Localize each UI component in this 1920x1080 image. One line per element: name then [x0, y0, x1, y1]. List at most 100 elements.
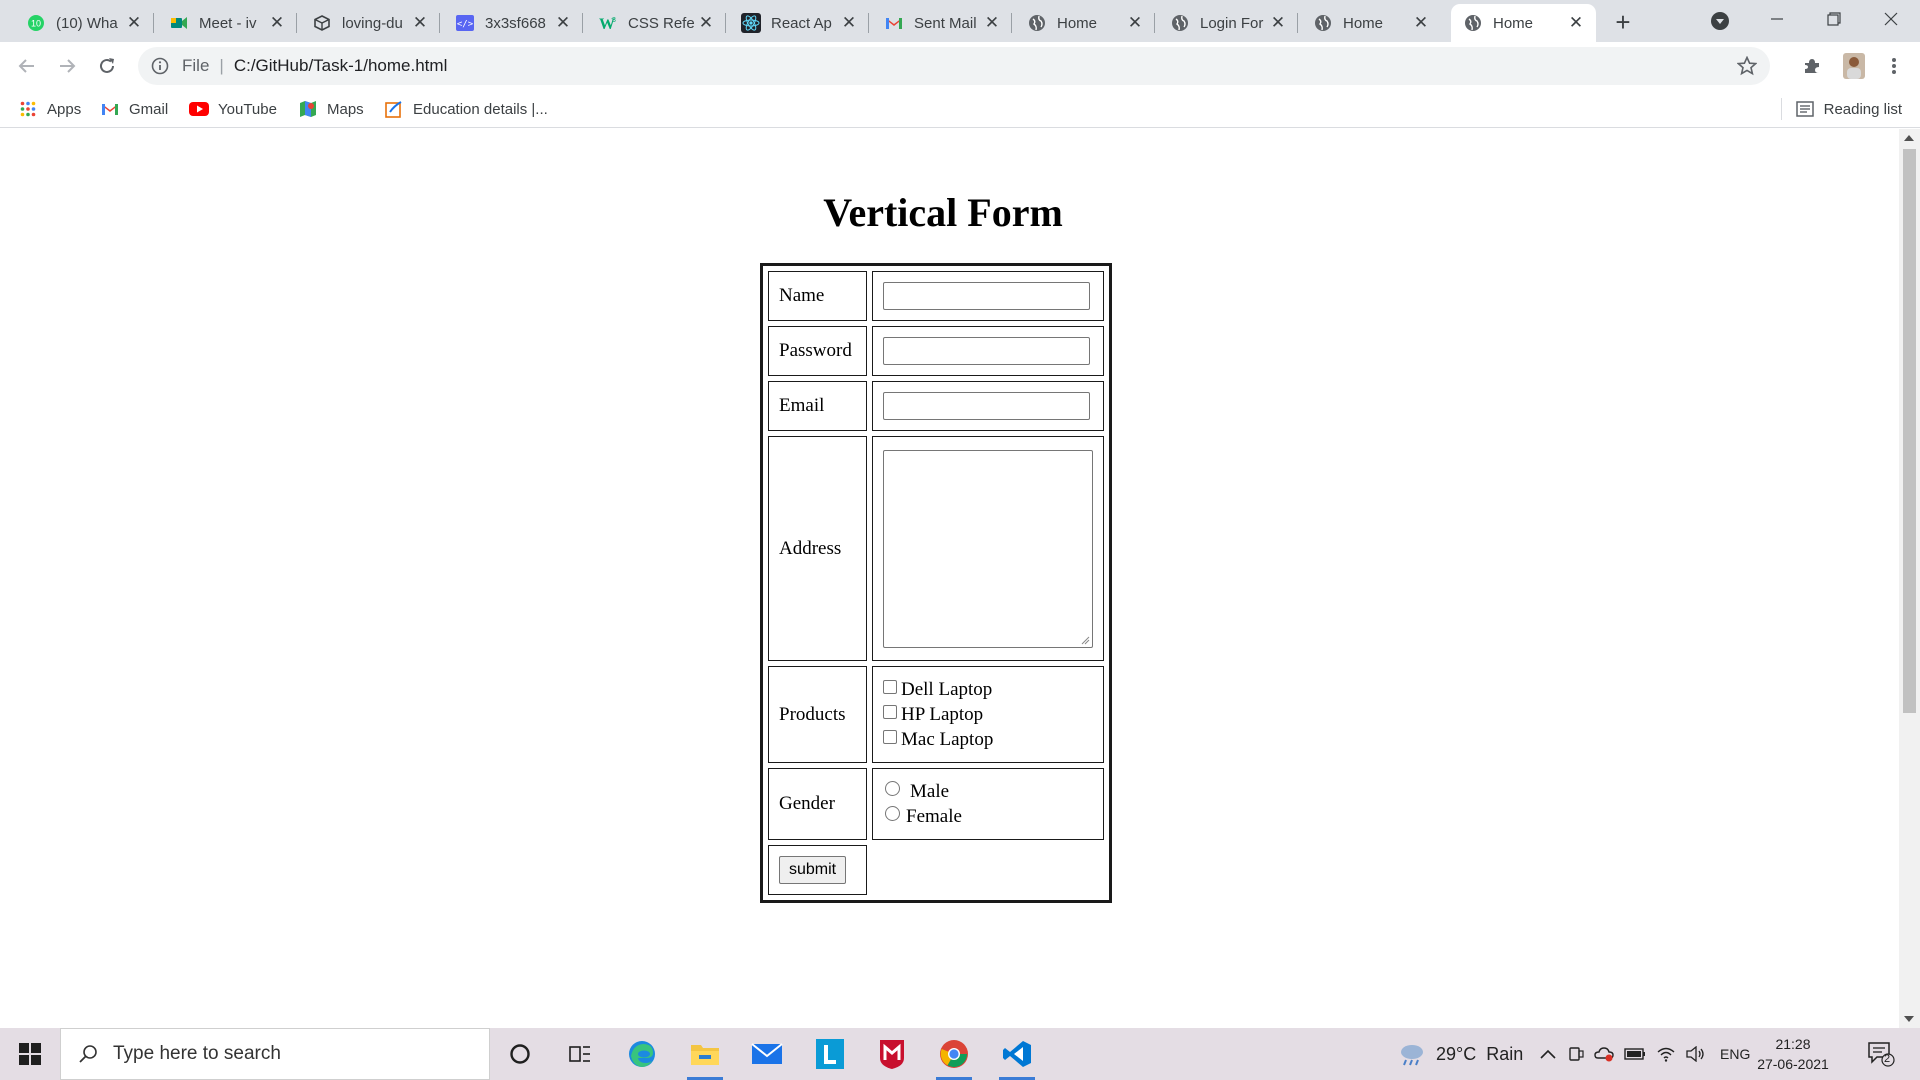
bookmark-maps[interactable]: Maps — [298, 98, 364, 120]
edge-browser-icon[interactable] — [618, 1034, 666, 1074]
back-arrow-icon[interactable] — [13, 52, 41, 80]
forward-arrow-icon[interactable] — [53, 52, 81, 80]
page-title: Vertical Form — [823, 190, 1063, 235]
search-placeholder: Type here to search — [113, 1043, 281, 1064]
address-bar[interactable]: File | C:/GitHub/Task-1/home.html — [138, 47, 1770, 85]
tab-title: Login For — [1200, 14, 1264, 32]
tab-react-app[interactable]: React Ap ✕ — [729, 4, 869, 42]
close-window-icon[interactable] — [1862, 0, 1920, 38]
mcafee-icon[interactable] — [868, 1034, 916, 1074]
tab-home-2[interactable]: Home ✕ — [1301, 4, 1441, 42]
task-view-icon[interactable] — [556, 1034, 604, 1074]
submit-button[interactable]: submit — [779, 856, 847, 884]
form-row-gender: Gender Male Female — [768, 768, 1104, 840]
minimize-icon[interactable] — [1748, 0, 1806, 38]
bookmark-label: Apps — [47, 100, 82, 118]
tab-home-1[interactable]: Home ✕ — [1015, 4, 1155, 42]
l-app-icon[interactable] — [806, 1034, 854, 1074]
tab-codesandbox[interactable]: loving-du ✕ — [300, 4, 440, 42]
rain-cloud-icon — [1398, 1042, 1426, 1066]
tab-title: Home — [1343, 14, 1384, 32]
wifi-icon[interactable] — [1656, 1046, 1676, 1062]
cortana-icon[interactable] — [496, 1034, 544, 1074]
tab-code[interactable]: </> 3x3sf668 ✕ — [443, 4, 583, 42]
tab-meet[interactable]: Meet - iv ✕ — [157, 4, 297, 42]
file-explorer-icon[interactable] — [681, 1034, 729, 1080]
google-meet-icon — [169, 13, 189, 33]
email-label: Email — [768, 381, 867, 431]
w3schools-icon: W3 — [598, 13, 618, 33]
address-textarea[interactable] — [883, 449, 1093, 648]
taskbar-search-input[interactable]: Type here to search — [60, 1028, 490, 1080]
scrollbar-thumb[interactable] — [1903, 149, 1916, 713]
email-input[interactable] — [883, 392, 1090, 420]
vertical-scrollbar[interactable] — [1899, 129, 1920, 1028]
radio-button[interactable] — [885, 781, 900, 796]
tab-home-active[interactable]: Home ✕ — [1451, 4, 1596, 42]
restore-icon[interactable] — [1805, 0, 1863, 38]
product-option-hp[interactable]: HP Laptop — [883, 702, 1093, 727]
tab-sent-mail[interactable]: Sent Mail ✕ — [872, 4, 1012, 42]
profile-avatar[interactable] — [1840, 52, 1868, 80]
checkbox[interactable] — [883, 679, 897, 694]
reload-icon[interactable] — [93, 52, 121, 80]
name-input[interactable] — [883, 282, 1090, 310]
close-tab-icon[interactable]: ✕ — [124, 13, 144, 33]
form-row-address: Address — [768, 436, 1104, 661]
menu-kebab-icon[interactable] — [1880, 52, 1908, 80]
bookmark-apps[interactable]: Apps — [18, 98, 81, 120]
tab-whatsapp[interactable]: 10 (10) Wha ✕ — [14, 4, 154, 42]
close-tab-icon[interactable]: ✕ — [696, 13, 716, 33]
form-row-email: Email — [768, 381, 1104, 431]
product-option-mac[interactable]: Mac Laptop — [883, 727, 1093, 752]
close-tab-icon[interactable]: ✕ — [1268, 13, 1288, 33]
tab-title: Home — [1493, 14, 1534, 32]
tab-w3schools[interactable]: W3 CSS Refe ✕ — [586, 4, 726, 42]
close-tab-icon[interactable]: ✕ — [982, 13, 1002, 33]
bookmark-education-details[interactable]: Education details |... — [384, 98, 548, 120]
product-option-dell[interactable]: Dell Laptop — [883, 677, 1093, 702]
tab-login-form[interactable]: Login For ✕ — [1158, 4, 1298, 42]
new-tab-button[interactable]: + — [1608, 8, 1638, 38]
close-tab-icon[interactable]: ✕ — [1411, 13, 1431, 33]
close-tab-icon[interactable]: ✕ — [1125, 13, 1145, 33]
scroll-down-arrow-icon[interactable] — [1904, 1016, 1914, 1022]
mail-icon[interactable] — [743, 1034, 791, 1074]
close-tab-icon[interactable]: ✕ — [553, 13, 573, 33]
checkbox[interactable] — [883, 729, 897, 744]
bookmark-youtube[interactable]: YouTube — [189, 98, 277, 120]
info-icon[interactable] — [150, 56, 170, 76]
password-input[interactable] — [883, 337, 1090, 365]
scroll-up-arrow-icon[interactable] — [1904, 135, 1914, 141]
checkbox[interactable] — [883, 704, 897, 719]
gender-option-male[interactable]: Male — [883, 779, 1093, 804]
system-clock[interactable]: 21:28 27-06-2021 — [1744, 1034, 1842, 1074]
close-tab-icon[interactable]: ✕ — [1566, 13, 1586, 33]
close-tab-icon[interactable]: ✕ — [267, 13, 287, 33]
reading-list-button[interactable]: Reading list — [1780, 98, 1902, 120]
resize-grip-icon[interactable] — [1080, 635, 1090, 645]
meet-now-icon[interactable] — [1568, 1046, 1584, 1062]
close-tab-icon[interactable]: ✕ — [410, 13, 430, 33]
notification-center-icon[interactable]: 2 — [1866, 1040, 1896, 1068]
vscode-icon[interactable] — [993, 1034, 1041, 1080]
bookmark-star-icon[interactable] — [1736, 55, 1758, 77]
chrome-icon[interactable] — [930, 1034, 978, 1080]
weather-widget[interactable]: 29°C Rain — [1398, 1028, 1523, 1080]
option-label: Female — [906, 805, 962, 827]
onedrive-icon[interactable] — [1594, 1046, 1614, 1062]
close-tab-icon[interactable]: ✕ — [839, 13, 859, 33]
form-row-password: Password — [768, 326, 1104, 376]
windows-start-icon[interactable] — [0, 1028, 60, 1080]
youtube-icon — [189, 99, 209, 119]
chevron-up-icon[interactable] — [1540, 1049, 1556, 1059]
radio-button[interactable] — [885, 806, 900, 821]
bookmark-gmail[interactable]: Gmail — [100, 98, 168, 120]
option-label: Dell Laptop — [901, 678, 993, 700]
gender-option-female[interactable]: Female — [883, 804, 1093, 829]
tab-search-icon[interactable] — [1708, 9, 1732, 33]
battery-icon[interactable] — [1624, 1048, 1646, 1060]
volume-icon[interactable] — [1686, 1046, 1706, 1062]
extensions-puzzle-icon[interactable] — [1798, 52, 1826, 80]
url-text[interactable]: C:/GitHub/Task-1/home.html — [234, 56, 448, 76]
